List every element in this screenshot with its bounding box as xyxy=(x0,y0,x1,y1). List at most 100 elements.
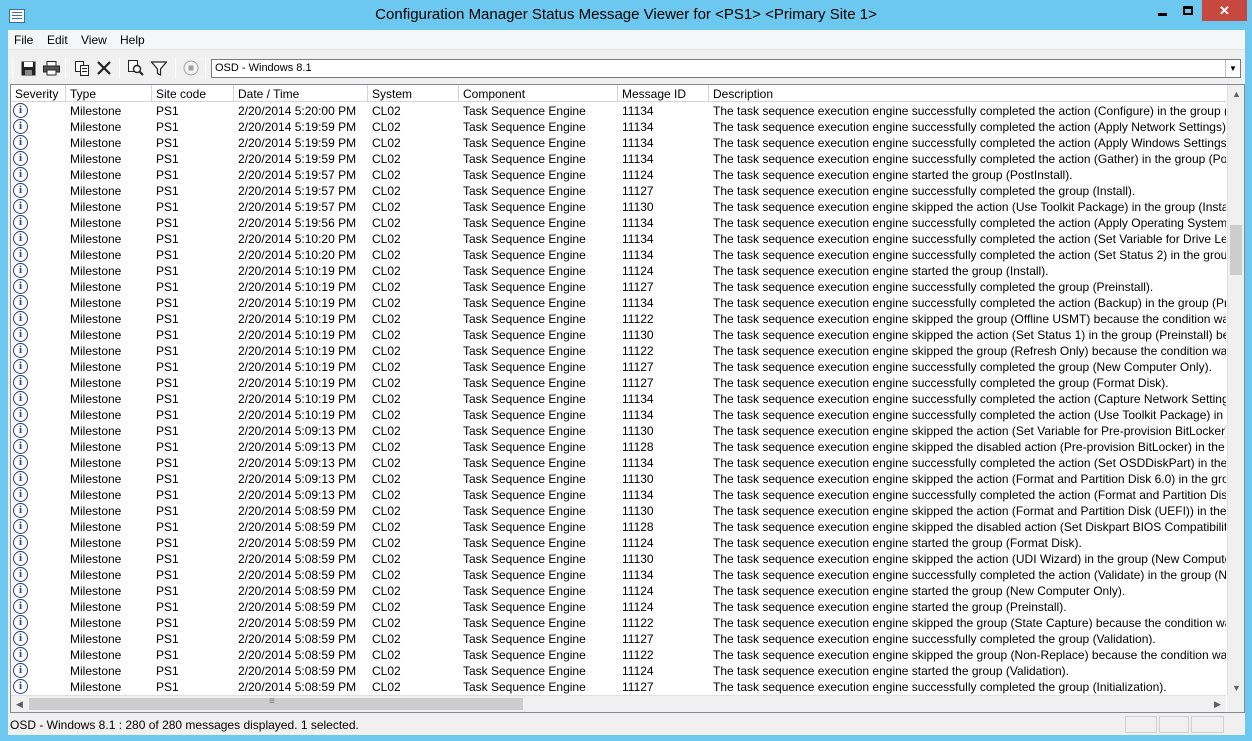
table-row[interactable]: i Milestone PS1 2/20/2014 5:10:19 PM CL02 Tas… xyxy=(11,279,1226,295)
cell-message-id: 11134 xyxy=(622,296,654,310)
table-row[interactable]: i Milestone PS1 2/20/2014 5:10:19 PM CL02 Tas… xyxy=(11,343,1226,359)
table-row[interactable]: i Milestone PS1 2/20/2014 5:08:59 PM CL02 Tas… xyxy=(11,599,1226,615)
cell-component: Task Sequence Engine xyxy=(463,616,586,630)
maximize-button[interactable] xyxy=(1175,0,1201,21)
table-row[interactable]: i Milestone PS1 2/20/2014 5:08:59 PM CL02 Tas… xyxy=(11,663,1226,679)
horizontal-scrollbar[interactable]: ◀ ≡ ▶ xyxy=(11,695,1226,712)
table-row[interactable]: i Milestone PS1 2/20/2014 5:10:19 PM CL02 Tas… xyxy=(11,295,1226,311)
table-row[interactable]: i Milestone PS1 2/20/2014 5:10:19 PM CL02 Tas… xyxy=(11,375,1226,391)
scroll-left-icon[interactable]: ◀ xyxy=(11,696,28,712)
menu-help[interactable]: Help xyxy=(120,33,145,47)
cell-component: Task Sequence Engine xyxy=(463,488,586,502)
cell-site-code: PS1 xyxy=(156,488,179,502)
cell-component: Task Sequence Engine xyxy=(463,216,586,230)
table-row[interactable]: i Milestone PS1 2/20/2014 5:08:59 PM CL02 Tas… xyxy=(11,615,1226,631)
table-row[interactable]: i Milestone PS1 2/20/2014 5:08:59 PM CL02 Tas… xyxy=(11,583,1226,599)
cell-message-id: 11124 xyxy=(622,664,654,678)
query-dropdown[interactable]: OSD - Windows 8.1 ▼ xyxy=(211,59,1241,78)
cell-site-code: PS1 xyxy=(156,184,179,198)
table-row[interactable]: i Milestone PS1 2/20/2014 5:09:13 PM CL02 Tas… xyxy=(11,439,1226,455)
horizontal-scroll-thumb[interactable]: ≡ xyxy=(29,696,523,710)
table-row[interactable]: i Milestone PS1 2/20/2014 5:10:20 PM CL02 Tas… xyxy=(11,247,1226,263)
table-row[interactable]: i Milestone PS1 2/20/2014 5:10:19 PM CL02 Tas… xyxy=(11,327,1226,343)
table-row[interactable]: i Milestone PS1 2/20/2014 5:09:13 PM CL02 Tas… xyxy=(11,471,1226,487)
table-row[interactable]: i Milestone PS1 2/20/2014 5:08:59 PM CL02 Tas… xyxy=(11,631,1226,647)
minimize-button[interactable] xyxy=(1149,0,1175,21)
column-header-system[interactable]: System xyxy=(368,85,459,102)
table-row[interactable]: i Milestone PS1 2/20/2014 5:10:19 PM CL02 Tas… xyxy=(11,311,1226,327)
menu-view[interactable]: View xyxy=(81,33,107,47)
cell-system: CL02 xyxy=(372,536,401,550)
cell-system: CL02 xyxy=(372,168,401,182)
table-row[interactable]: i Milestone PS1 2/20/2014 5:19:57 PM CL02 Tas… xyxy=(11,167,1226,183)
dropdown-arrow-icon[interactable]: ▼ xyxy=(1225,60,1240,77)
cell-system: CL02 xyxy=(372,264,401,278)
table-row[interactable]: i Milestone PS1 2/20/2014 5:08:59 PM CL02 Tas… xyxy=(11,535,1226,551)
cell-date-time: 2/20/2014 5:09:13 PM xyxy=(238,456,357,470)
table-row[interactable]: i Milestone PS1 2/20/2014 5:08:59 PM CL02 Tas… xyxy=(11,567,1226,583)
filter-icon xyxy=(151,60,167,76)
scroll-right-icon[interactable]: ▶ xyxy=(1209,696,1226,712)
cell-type: Milestone xyxy=(70,520,122,534)
cell-type: Milestone xyxy=(70,408,122,422)
column-header-date-time[interactable]: Date / Time xyxy=(234,85,368,102)
table-row[interactable]: i Milestone PS1 2/20/2014 5:08:59 PM CL02 Tas… xyxy=(11,679,1226,695)
cell-message-id: 11134 xyxy=(622,232,654,246)
print-button[interactable] xyxy=(41,58,61,78)
table-row[interactable]: i Milestone PS1 2/20/2014 5:10:19 PM CL02 Tas… xyxy=(11,407,1226,423)
info-icon: i xyxy=(13,231,28,246)
cell-message-id: 11127 xyxy=(622,376,654,390)
cell-component: Task Sequence Engine xyxy=(463,424,586,438)
table-row[interactable]: i Milestone PS1 2/20/2014 5:10:20 PM CL02 Tas… xyxy=(11,231,1226,247)
table-row[interactable]: i Milestone PS1 2/20/2014 5:19:59 PM CL02 Tas… xyxy=(11,151,1226,167)
menu-edit[interactable]: Edit xyxy=(47,33,68,47)
close-button[interactable]: ✕ xyxy=(1202,0,1247,21)
cell-description: The task sequence execution engine succe… xyxy=(713,184,1136,198)
cell-message-id: 11127 xyxy=(622,280,654,294)
vertical-scroll-thumb[interactable] xyxy=(1230,225,1242,275)
scroll-down-icon[interactable]: ▼ xyxy=(1228,679,1244,696)
status-bar: OSD - Windows 8.1 : 280 of 280 messages … xyxy=(8,714,1245,735)
table-row[interactable]: i Milestone PS1 2/20/2014 5:08:59 PM CL02 Tas… xyxy=(11,519,1226,535)
info-icon: i xyxy=(13,631,28,646)
table-row[interactable]: i Milestone PS1 2/20/2014 5:20:00 PM CL02 Tas… xyxy=(11,103,1226,119)
info-icon: i xyxy=(13,503,28,518)
cell-system: CL02 xyxy=(372,680,401,694)
table-row[interactable]: i Milestone PS1 2/20/2014 5:08:59 PM CL02 Tas… xyxy=(11,647,1226,663)
cell-date-time: 2/20/2014 5:08:59 PM xyxy=(238,584,357,598)
table-row[interactable]: i Milestone PS1 2/20/2014 5:19:56 PM CL02 Tas… xyxy=(11,215,1226,231)
cell-site-code: PS1 xyxy=(156,584,179,598)
menu-file[interactable]: File xyxy=(14,33,33,47)
copy-button[interactable] xyxy=(72,58,92,78)
scroll-up-icon[interactable]: ▲ xyxy=(1228,85,1244,102)
table-row[interactable]: i Milestone PS1 2/20/2014 5:08:59 PM CL02 Tas… xyxy=(11,503,1226,519)
table-row[interactable]: i Milestone PS1 2/20/2014 5:09:13 PM CL02 Tas… xyxy=(11,423,1226,439)
title-bar[interactable]: Configuration Manager Status Message Vie… xyxy=(0,0,1252,30)
table-row[interactable]: i Milestone PS1 2/20/2014 5:08:59 PM CL02 Tas… xyxy=(11,551,1226,567)
table-row[interactable]: i Milestone PS1 2/20/2014 5:10:19 PM CL02 Tas… xyxy=(11,263,1226,279)
cell-date-time: 2/20/2014 5:08:59 PM xyxy=(238,568,357,582)
table-row[interactable]: i Milestone PS1 2/20/2014 5:09:13 PM CL02 Tas… xyxy=(11,455,1226,471)
cell-date-time: 2/20/2014 5:08:59 PM xyxy=(238,536,357,550)
delete-button[interactable] xyxy=(94,58,114,78)
table-row[interactable]: i Milestone PS1 2/20/2014 5:09:13 PM CL02 Tas… xyxy=(11,487,1226,503)
cell-site-code: PS1 xyxy=(156,120,179,134)
column-header-message-id[interactable]: Message ID xyxy=(618,85,709,102)
table-row[interactable]: i Milestone PS1 2/20/2014 5:10:19 PM CL02 Tas… xyxy=(11,391,1226,407)
table-row[interactable]: i Milestone PS1 2/20/2014 5:19:59 PM CL02 Tas… xyxy=(11,135,1226,151)
message-list[interactable]: Severity Type Site code Date / Time Syst… xyxy=(10,84,1245,713)
table-row[interactable]: i Milestone PS1 2/20/2014 5:19:57 PM CL02 Tas… xyxy=(11,199,1226,215)
column-header-description[interactable]: Description xyxy=(709,85,1226,102)
column-header-component[interactable]: Component xyxy=(459,85,618,102)
vertical-scrollbar[interactable]: ▲ ▼ xyxy=(1227,85,1244,696)
column-header-severity[interactable]: Severity xyxy=(11,85,66,102)
table-row[interactable]: i Milestone PS1 2/20/2014 5:10:19 PM CL02 Tas… xyxy=(11,359,1226,375)
table-row[interactable]: i Milestone PS1 2/20/2014 5:19:57 PM CL02 Tas… xyxy=(11,183,1226,199)
filter-button[interactable] xyxy=(149,58,169,78)
table-row[interactable]: i Milestone PS1 2/20/2014 5:19:59 PM CL02 Tas… xyxy=(11,119,1226,135)
save-button[interactable] xyxy=(18,58,38,78)
cell-description: The task sequence execution engine succe… xyxy=(713,232,1226,246)
column-header-type[interactable]: Type xyxy=(66,85,152,102)
column-header-site-code[interactable]: Site code xyxy=(152,85,234,102)
find-button[interactable] xyxy=(126,58,146,78)
